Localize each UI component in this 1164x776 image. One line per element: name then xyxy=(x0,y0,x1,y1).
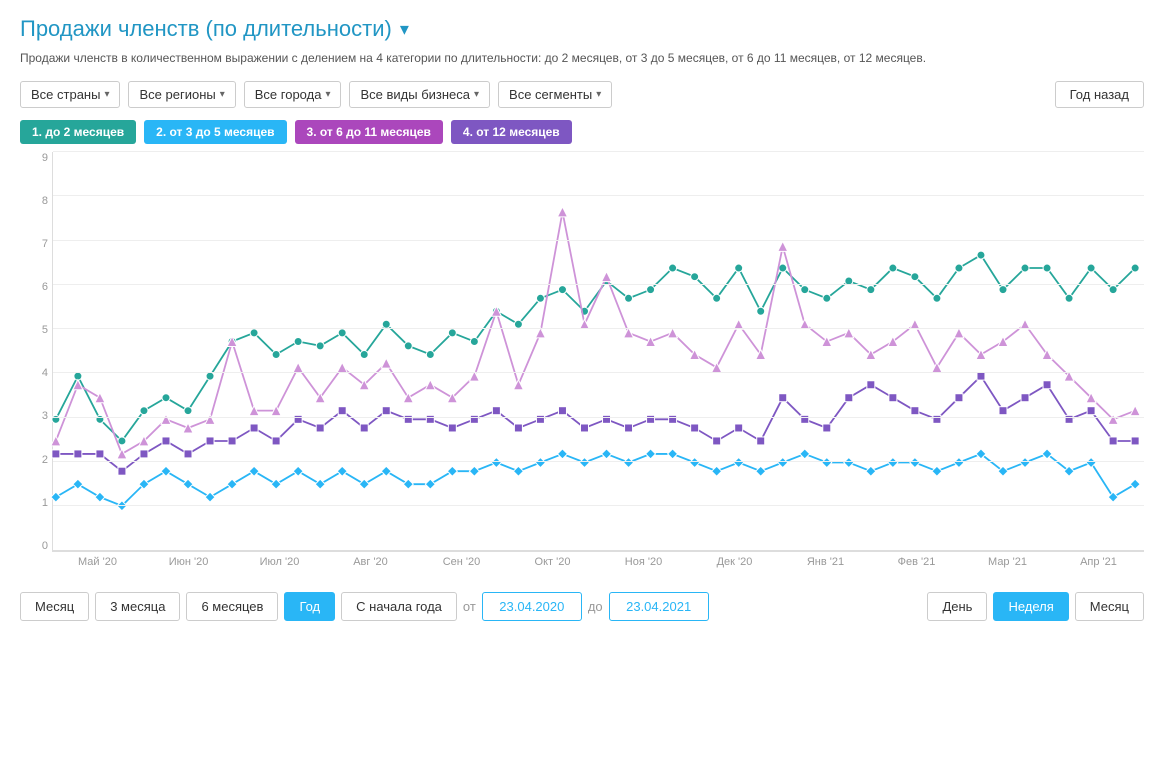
x-label-may20: Май '20 xyxy=(52,556,143,568)
period-3month-button[interactable]: 3 месяца xyxy=(95,592,180,621)
view-day-button[interactable]: День xyxy=(927,592,987,621)
from-label: от xyxy=(463,599,476,614)
y-label-3: 3 xyxy=(20,410,52,422)
y-label-9: 9 xyxy=(20,152,52,164)
filter-segments[interactable]: Все сегменты ▾ xyxy=(498,81,612,108)
view-month-button[interactable]: Месяц xyxy=(1075,592,1144,621)
title-row: Продажи членств (по длительности) ▾ xyxy=(20,16,1144,42)
page-title: Продажи членств (по длительности) xyxy=(20,16,392,42)
x-label-nov20: Ноя '20 xyxy=(598,556,689,568)
x-label-jun20: Июн '20 xyxy=(143,556,234,568)
chevron-down-icon: ▾ xyxy=(325,89,330,100)
y-label-5: 5 xyxy=(20,324,52,336)
filters-row: Все страны ▾ Все регионы ▾ Все города ▾ … xyxy=(20,81,1144,108)
y-label-4: 4 xyxy=(20,367,52,379)
from-date-input[interactable] xyxy=(482,592,582,621)
legend-chip-2[interactable]: 2. от 3 до 5 месяцев xyxy=(144,120,286,144)
view-week-button[interactable]: Неделя xyxy=(993,592,1068,621)
y-axis: 0 1 2 3 4 5 6 7 8 9 xyxy=(20,152,52,552)
y-label-2: 2 xyxy=(20,454,52,466)
x-label-feb21: Фев '21 xyxy=(871,556,962,568)
period-month-button[interactable]: Месяц xyxy=(20,592,89,621)
x-label-jul20: Июл '20 xyxy=(234,556,325,568)
subtitle: Продажи членств в количественном выражен… xyxy=(20,50,1144,67)
chevron-down-icon: ▾ xyxy=(474,89,479,100)
to-label: до xyxy=(588,599,603,614)
x-label-oct20: Окт '20 xyxy=(507,556,598,568)
x-axis: Май '20 Июн '20 Июл '20 Авг '20 Сен '20 … xyxy=(52,552,1144,572)
legend-chip-3[interactable]: 3. от 6 до 11 месяцев xyxy=(295,120,443,144)
filter-countries[interactable]: Все страны ▾ xyxy=(20,81,120,108)
to-date-input[interactable] xyxy=(609,592,709,621)
x-label-dec20: Дек '20 xyxy=(689,556,780,568)
page-container: Продажи членств (по длительности) ▾ Прод… xyxy=(0,0,1164,637)
period-year-button[interactable]: Год xyxy=(284,592,335,621)
x-label-apr21: Апр '21 xyxy=(1053,556,1144,568)
y-label-8: 8 xyxy=(20,195,52,207)
legend-chip-4[interactable]: 4. от 12 месяцев xyxy=(451,120,572,144)
y-label-1: 1 xyxy=(20,497,52,509)
y-label-0: 0 xyxy=(20,540,52,552)
period-6month-button[interactable]: 6 месяцев xyxy=(186,592,278,621)
filter-regions[interactable]: Все регионы ▾ xyxy=(128,81,235,108)
chart-svg xyxy=(53,152,1144,551)
bottom-controls: Месяц 3 месяца 6 месяцев Год С начала го… xyxy=(20,592,1144,621)
x-label-sep20: Сен '20 xyxy=(416,556,507,568)
filter-business[interactable]: Все виды бизнеса ▾ xyxy=(349,81,490,108)
chevron-down-icon: ▾ xyxy=(104,89,109,100)
year-back-button[interactable]: Год назад xyxy=(1055,81,1144,108)
x-label-aug20: Авг '20 xyxy=(325,556,416,568)
x-label-mar21: Мар '21 xyxy=(962,556,1053,568)
period-ytd-button[interactable]: С начала года xyxy=(341,592,457,621)
y-label-7: 7 xyxy=(20,238,52,250)
chart-canvas xyxy=(52,152,1144,552)
filter-cities[interactable]: Все города ▾ xyxy=(244,81,342,108)
legend-chip-1[interactable]: 1. до 2 месяцев xyxy=(20,120,136,144)
legend-row: 1. до 2 месяцев 2. от 3 до 5 месяцев 3. … xyxy=(20,120,1144,144)
chevron-down-icon: ▾ xyxy=(596,89,601,100)
title-dropdown-icon[interactable]: ▾ xyxy=(400,19,409,40)
y-label-6: 6 xyxy=(20,281,52,293)
chart-wrapper: 0 1 2 3 4 5 6 7 8 9 xyxy=(20,152,1144,582)
chevron-down-icon: ▾ xyxy=(220,89,225,100)
x-label-jan21: Янв '21 xyxy=(780,556,871,568)
